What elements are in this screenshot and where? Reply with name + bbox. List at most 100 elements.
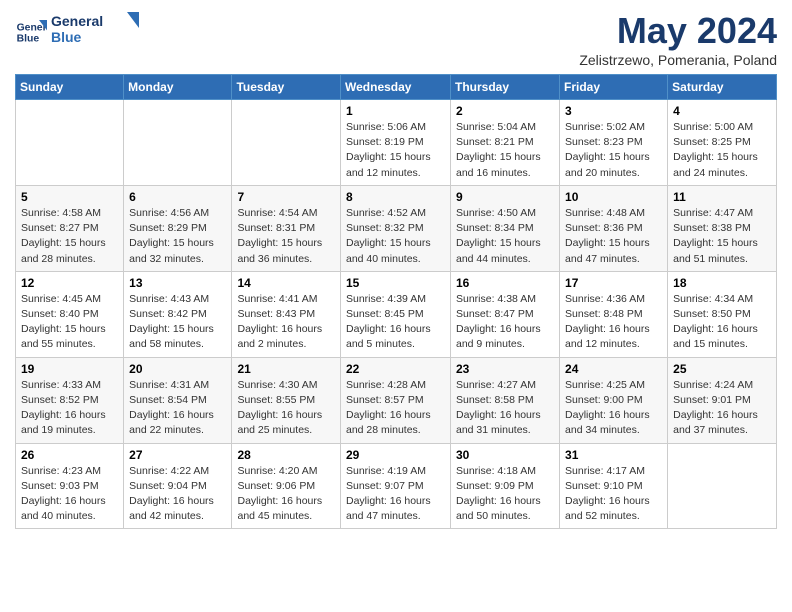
week-row-1: 1 Sunrise: 5:06 AM Sunset: 8:19 PM Daylig… <box>16 100 777 186</box>
calendar-cell <box>232 100 341 186</box>
day-number: 30 <box>456 448 554 462</box>
calendar-cell: 6 Sunrise: 4:56 AM Sunset: 8:29 PM Daylig… <box>124 185 232 271</box>
weekday-monday: Monday <box>124 75 232 100</box>
logo: General Blue General Blue <box>15 10 141 53</box>
day-number: 12 <box>21 276 118 290</box>
day-number: 2 <box>456 104 554 118</box>
day-info: Sunrise: 4:23 AM Sunset: 9:03 PM Dayligh… <box>21 464 118 525</box>
day-info: Sunrise: 4:18 AM Sunset: 9:09 PM Dayligh… <box>456 464 554 525</box>
week-row-2: 5 Sunrise: 4:58 AM Sunset: 8:27 PM Daylig… <box>16 185 777 271</box>
title-area: May 2024 Zelistrzewo, Pomerania, Poland <box>579 10 777 68</box>
calendar-cell: 24 Sunrise: 4:25 AM Sunset: 9:00 PM Dayli… <box>560 357 668 443</box>
day-number: 9 <box>456 190 554 204</box>
calendar-cell: 13 Sunrise: 4:43 AM Sunset: 8:42 PM Dayli… <box>124 271 232 357</box>
calendar-cell: 7Sunrise: 4:54 AM Sunset: 8:31 PM Daylig… <box>232 185 341 271</box>
day-number: 24 <box>565 362 662 376</box>
calendar-cell: 19 Sunrise: 4:33 AM Sunset: 8:52 PM Dayli… <box>16 357 124 443</box>
calendar-cell: 28Sunrise: 4:20 AM Sunset: 9:06 PM Dayli… <box>232 443 341 529</box>
day-info: Sunrise: 4:43 AM Sunset: 8:42 PM Dayligh… <box>129 292 226 353</box>
day-info: Sunrise: 4:38 AM Sunset: 8:47 PM Dayligh… <box>456 292 554 353</box>
day-number: 31 <box>565 448 662 462</box>
day-info: Sunrise: 4:39 AM Sunset: 8:45 PM Dayligh… <box>346 292 445 353</box>
day-info: Sunrise: 4:25 AM Sunset: 9:00 PM Dayligh… <box>565 378 662 439</box>
calendar-cell: 5 Sunrise: 4:58 AM Sunset: 8:27 PM Daylig… <box>16 185 124 271</box>
day-number: 4 <box>673 104 771 118</box>
svg-text:Blue: Blue <box>17 33 40 44</box>
day-number: 1 <box>346 104 445 118</box>
calendar-cell: 8Sunrise: 4:52 AM Sunset: 8:32 PM Daylig… <box>341 185 451 271</box>
day-number: 8 <box>346 190 445 204</box>
calendar-cell: 22 Sunrise: 4:28 AM Sunset: 8:57 PM Dayli… <box>341 357 451 443</box>
day-info: Sunrise: 5:06 AM Sunset: 8:19 PM Dayligh… <box>346 120 445 181</box>
day-info: Sunrise: 4:34 AM Sunset: 8:50 PM Dayligh… <box>673 292 771 353</box>
calendar-cell: 4 Sunrise: 5:00 AM Sunset: 8:25 PM Daylig… <box>668 100 777 186</box>
calendar-cell: 17 Sunrise: 4:36 AM Sunset: 8:48 PM Dayli… <box>560 271 668 357</box>
day-number: 21 <box>237 362 335 376</box>
calendar-cell: 15 Sunrise: 4:39 AM Sunset: 8:45 PM Dayli… <box>341 271 451 357</box>
day-number: 18 <box>673 276 771 290</box>
calendar-cell: 25Sunrise: 4:24 AM Sunset: 9:01 PM Dayli… <box>668 357 777 443</box>
day-info: Sunrise: 4:48 AM Sunset: 8:36 PM Dayligh… <box>565 206 662 267</box>
day-info: Sunrise: 4:36 AM Sunset: 8:48 PM Dayligh… <box>565 292 662 353</box>
calendar-cell: 16 Sunrise: 4:38 AM Sunset: 8:47 PM Dayli… <box>451 271 560 357</box>
weekday-header-row: SundayMondayTuesdayWednesdayThursdayFrid… <box>16 75 777 100</box>
calendar-cell: 18 Sunrise: 4:34 AM Sunset: 8:50 PM Dayli… <box>668 271 777 357</box>
day-info: Sunrise: 5:04 AM Sunset: 8:21 PM Dayligh… <box>456 120 554 181</box>
weekday-saturday: Saturday <box>668 75 777 100</box>
day-info: Sunrise: 4:31 AM Sunset: 8:54 PM Dayligh… <box>129 378 226 439</box>
day-number: 5 <box>21 190 118 204</box>
day-number: 29 <box>346 448 445 462</box>
day-info: Sunrise: 5:00 AM Sunset: 8:25 PM Dayligh… <box>673 120 771 181</box>
calendar-cell: 30 Sunrise: 4:18 AM Sunset: 9:09 PM Dayli… <box>451 443 560 529</box>
location-subtitle: Zelistrzewo, Pomerania, Poland <box>579 52 777 68</box>
calendar-body: 1 Sunrise: 5:06 AM Sunset: 8:19 PM Daylig… <box>16 100 777 529</box>
day-number: 19 <box>21 362 118 376</box>
day-number: 28 <box>237 448 335 462</box>
page-header: General Blue General Blue May 2024 Zelis… <box>15 10 777 68</box>
calendar-cell <box>124 100 232 186</box>
weekday-tuesday: Tuesday <box>232 75 341 100</box>
day-info: Sunrise: 4:33 AM Sunset: 8:52 PM Dayligh… <box>21 378 118 439</box>
day-info: Sunrise: 4:41 AM Sunset: 8:43 PM Dayligh… <box>237 292 335 353</box>
logo-icon: General Blue <box>15 16 47 48</box>
day-number: 6 <box>129 190 226 204</box>
logo-svg: General Blue <box>51 10 141 48</box>
calendar-cell: 26 Sunrise: 4:23 AM Sunset: 9:03 PM Dayli… <box>16 443 124 529</box>
weekday-thursday: Thursday <box>451 75 560 100</box>
day-number: 23 <box>456 362 554 376</box>
day-info: Sunrise: 4:47 AM Sunset: 8:38 PM Dayligh… <box>673 206 771 267</box>
week-row-5: 26 Sunrise: 4:23 AM Sunset: 9:03 PM Dayli… <box>16 443 777 529</box>
day-number: 16 <box>456 276 554 290</box>
day-number: 14 <box>237 276 335 290</box>
calendar-cell <box>16 100 124 186</box>
calendar-cell: 10Sunrise: 4:48 AM Sunset: 8:36 PM Dayli… <box>560 185 668 271</box>
calendar-cell: 14 Sunrise: 4:41 AM Sunset: 8:43 PM Dayli… <box>232 271 341 357</box>
day-number: 15 <box>346 276 445 290</box>
calendar-cell: 23 Sunrise: 4:27 AM Sunset: 8:58 PM Dayli… <box>451 357 560 443</box>
day-number: 3 <box>565 104 662 118</box>
calendar-cell: 2 Sunrise: 5:04 AM Sunset: 8:21 PM Daylig… <box>451 100 560 186</box>
day-info: Sunrise: 4:56 AM Sunset: 8:29 PM Dayligh… <box>129 206 226 267</box>
calendar-cell: 11 Sunrise: 4:47 AM Sunset: 8:38 PM Dayli… <box>668 185 777 271</box>
day-info: Sunrise: 4:22 AM Sunset: 9:04 PM Dayligh… <box>129 464 226 525</box>
weekday-sunday: Sunday <box>16 75 124 100</box>
day-number: 11 <box>673 190 771 204</box>
calendar-cell: 9 Sunrise: 4:50 AM Sunset: 8:34 PM Daylig… <box>451 185 560 271</box>
calendar-cell: 20Sunrise: 4:31 AM Sunset: 8:54 PM Dayli… <box>124 357 232 443</box>
day-info: Sunrise: 4:50 AM Sunset: 8:34 PM Dayligh… <box>456 206 554 267</box>
calendar-table: SundayMondayTuesdayWednesdayThursdayFrid… <box>15 74 777 529</box>
weekday-friday: Friday <box>560 75 668 100</box>
calendar-cell: 27Sunrise: 4:22 AM Sunset: 9:04 PM Dayli… <box>124 443 232 529</box>
calendar-cell <box>668 443 777 529</box>
day-info: Sunrise: 4:24 AM Sunset: 9:01 PM Dayligh… <box>673 378 771 439</box>
weekday-wednesday: Wednesday <box>341 75 451 100</box>
day-number: 13 <box>129 276 226 290</box>
day-info: Sunrise: 4:27 AM Sunset: 8:58 PM Dayligh… <box>456 378 554 439</box>
day-number: 17 <box>565 276 662 290</box>
day-info: Sunrise: 4:45 AM Sunset: 8:40 PM Dayligh… <box>21 292 118 353</box>
day-info: Sunrise: 4:58 AM Sunset: 8:27 PM Dayligh… <box>21 206 118 267</box>
calendar-cell: 1 Sunrise: 5:06 AM Sunset: 8:19 PM Daylig… <box>341 100 451 186</box>
day-number: 22 <box>346 362 445 376</box>
day-number: 26 <box>21 448 118 462</box>
day-info: Sunrise: 4:28 AM Sunset: 8:57 PM Dayligh… <box>346 378 445 439</box>
